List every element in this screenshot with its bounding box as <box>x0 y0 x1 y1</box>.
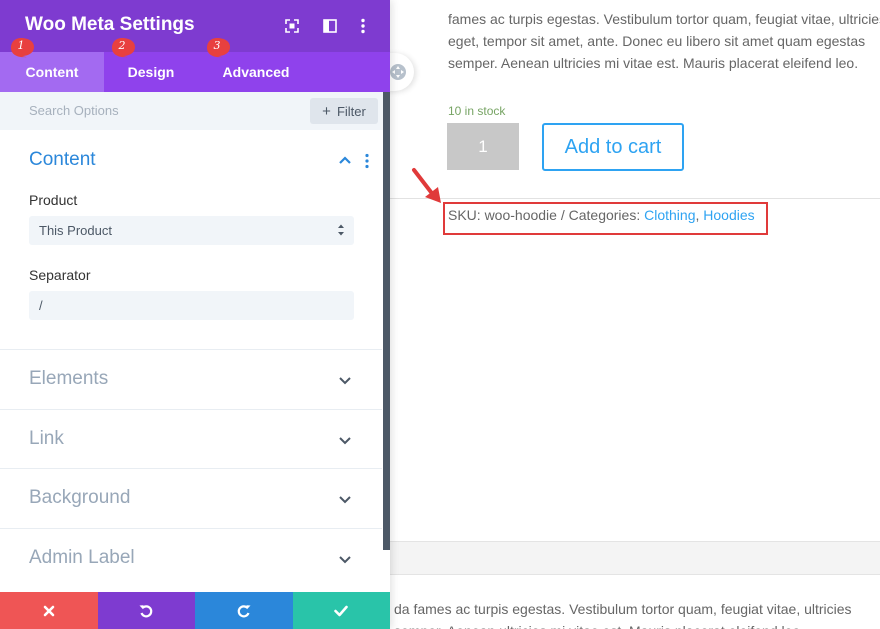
product-label: Product <box>29 192 78 208</box>
section-background[interactable]: Background <box>0 468 382 528</box>
chevron-down-icon <box>339 496 351 504</box>
section-label: Link <box>29 428 64 449</box>
undo-button[interactable] <box>97 592 195 629</box>
annotation-arrow-icon <box>412 168 441 203</box>
section-label: Admin Label <box>29 547 135 568</box>
chevron-down-icon <box>339 556 351 564</box>
section-link[interactable]: Link <box>0 409 382 469</box>
plus-icon: + <box>322 102 331 120</box>
search-bar: Search Options + Filter <box>0 92 390 130</box>
badge-number: 1 <box>17 39 25 52</box>
panel-tabs: Content Design Advanced <box>0 52 390 92</box>
split-view-icon[interactable] <box>318 14 342 38</box>
quantity-input[interactable]: 1 <box>447 123 519 170</box>
cancel-button[interactable] <box>0 592 98 629</box>
redo-icon <box>237 604 251 617</box>
description-line: semper. Aenean ultricies mi vitae est. M… <box>394 620 880 629</box>
save-button[interactable] <box>292 592 390 629</box>
expand-icon[interactable] <box>280 14 304 38</box>
description-line: eget, tempor sit amet, ante. Donec eu li… <box>448 33 866 49</box>
panel-footer <box>0 592 390 629</box>
select-arrows-icon <box>338 224 344 236</box>
app-root: fames ac turpis egestas. Vestibulum tort… <box>0 0 880 629</box>
bottom-description: da fames ac turpis egestas. Vestibulum t… <box>394 598 880 629</box>
panel-title: Woo Meta Settings <box>25 14 195 35</box>
section-admin-label[interactable]: Admin Label <box>0 528 382 588</box>
add-to-cart-button[interactable]: Add to cart <box>542 123 684 171</box>
category-link-clothing[interactable]: Clothing <box>644 207 695 223</box>
scrollbar[interactable] <box>383 92 390 550</box>
chevron-up-icon[interactable] <box>337 152 353 168</box>
product-meta: SKU: woo-hoodie / Categories: Clothing, … <box>448 207 755 223</box>
chevron-down-icon <box>339 437 351 445</box>
product-description: fames ac turpis egestas. Vestibulum tort… <box>448 8 880 74</box>
section-options-icon[interactable] <box>363 153 371 169</box>
stock-status: 10 in stock <box>448 104 506 118</box>
annotation-badge: 3 <box>205 36 235 61</box>
product-select-value: This Product <box>39 223 112 238</box>
annotation-badge: 1 <box>9 36 39 61</box>
separator-input[interactable]: / <box>29 291 354 320</box>
filter-button[interactable]: + Filter <box>310 98 378 124</box>
section-elements[interactable]: Elements <box>0 349 382 409</box>
sku-categories-text: SKU: woo-hoodie / Categories: <box>448 207 645 223</box>
description-line: semper. Aenean ultricies mi vitae est. M… <box>448 55 859 71</box>
section-divider-band <box>390 541 880 575</box>
chevron-down-icon <box>339 377 351 385</box>
more-options-icon[interactable] <box>351 14 375 38</box>
divider <box>390 198 880 199</box>
separator-label: Separator <box>29 267 91 283</box>
annotation-badge: 2 <box>110 36 140 61</box>
settings-panel: Woo Meta Settings Content Design Advance… <box>0 0 390 629</box>
section-label: Background <box>29 487 131 508</box>
category-link-hoodies[interactable]: Hoodies <box>703 207 754 223</box>
product-select[interactable]: This Product <box>29 216 354 245</box>
filter-label: Filter <box>336 103 366 119</box>
search-input[interactable]: Search Options <box>29 103 119 118</box>
section-label: Elements <box>29 368 109 389</box>
panel-header: Woo Meta Settings <box>0 0 390 52</box>
undo-icon <box>139 604 153 617</box>
description-line: da fames ac turpis egestas. Vestibulum t… <box>394 601 852 617</box>
section-title-content[interactable]: Content <box>29 149 96 171</box>
close-icon <box>43 605 55 616</box>
move-icon <box>389 64 406 80</box>
badge-number: 2 <box>118 39 126 52</box>
description-line: fames ac turpis egestas. Vestibulum tort… <box>448 11 880 27</box>
check-icon <box>334 605 349 616</box>
redo-button[interactable] <box>195 592 293 629</box>
badge-number: 3 <box>213 39 221 52</box>
